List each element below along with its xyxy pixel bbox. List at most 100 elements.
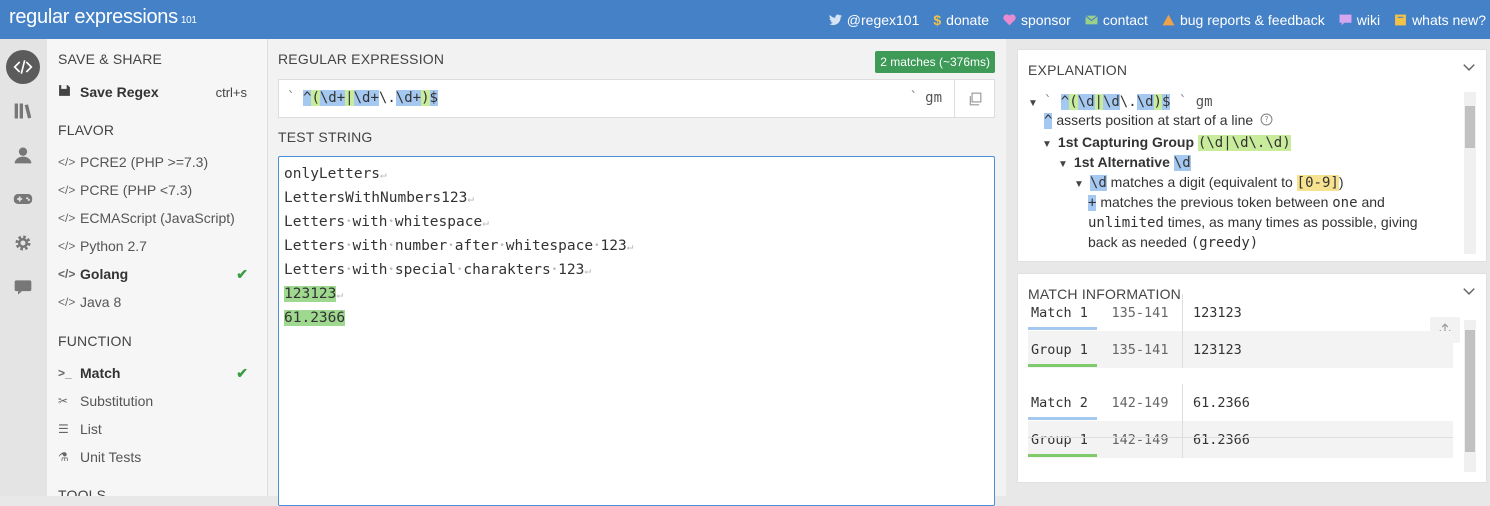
flavor-option[interactable]: </> PCRE (PHP <7.3) <box>58 178 258 202</box>
regex-content[interactable]: ^(\d+|\d+\.\d+)$ <box>303 90 438 106</box>
match-info-row: Group 1 135-141 123123 <box>1028 331 1453 368</box>
wiki-link[interactable]: wiki <box>1339 12 1380 28</box>
top-links: @regex101 $ donate sponsor contact bug r… <box>828 0 1486 39</box>
digit-range: [0-9] <box>1296 175 1339 191</box>
flavor-option[interactable]: </> Golang ✔ <box>58 262 258 286</box>
anchor-explanation: ^ asserts position at start of a line ? <box>1044 112 1273 129</box>
group-label: 1st Capturing Group <box>1057 134 1195 150</box>
settings-nav-button[interactable] <box>6 226 40 260</box>
list-icon: ☰ <box>58 422 69 436</box>
warning-icon <box>1162 14 1175 25</box>
newline-marker: ↵ <box>467 192 474 205</box>
line-text: LettersWithNumbers123 <box>284 190 468 206</box>
match-highlight: 123123 <box>284 286 337 302</box>
sponsor-link-label: sponsor <box>1021 11 1071 28</box>
newline-marker: ↵ <box>482 216 489 229</box>
right-panel: EXPLANATION ▼ ` ^(\d|\d\.\d)$ ` gm ^ asse… <box>1006 39 1490 496</box>
function-label: List <box>80 421 102 437</box>
explanation-regex-line: ▼ ` ^(\d|\d\.\d)$ ` gm <box>1028 94 1213 110</box>
regex-title: REGULAR EXPRESSION <box>278 51 445 67</box>
flavor-option[interactable]: </> PCRE2 (PHP >=7.3) <box>58 150 258 174</box>
function-option[interactable]: ✂ Substitution <box>58 389 258 413</box>
donate-link-label: donate <box>946 11 989 28</box>
group-pattern: (\d|\d\.\d) <box>1197 135 1291 151</box>
explanation-panel: EXPLANATION ▼ ` ^(\d|\d\.\d)$ ` gm ^ asse… <box>1017 49 1487 262</box>
plus-greedy: (greedy) <box>1190 235 1259 251</box>
collapse-triangle-icon[interactable]: ▼ <box>1028 98 1038 109</box>
top-bar: regular expressions 101 @regex101 $ donat… <box>0 0 1490 39</box>
chevron-down-icon[interactable] <box>1462 60 1476 74</box>
chat-nav-button[interactable] <box>6 270 40 304</box>
match-count-badge: 2 matches (~376ms) <box>875 51 995 73</box>
regex-delimiter-close: ` <box>909 90 918 106</box>
collapse-triangle-icon[interactable]: ▼ <box>1042 139 1052 150</box>
logo[interactable]: regular expressions 101 <box>9 6 197 29</box>
match-info-label: Group 1 <box>1028 342 1098 367</box>
match-info-value: 123123 <box>1182 331 1242 368</box>
match-info-row: Match 1 135-141 123123 <box>1028 294 1453 331</box>
alt-pattern: \d <box>1173 155 1191 171</box>
quiz-nav-button[interactable] <box>6 182 40 216</box>
save-regex-button[interactable]: Save Regex ctrl+s <box>58 80 258 104</box>
dollar-icon: $ <box>933 11 942 28</box>
function-option[interactable]: >_ Match ✔ <box>58 361 258 385</box>
test-string-line: 123123↵ <box>284 283 343 305</box>
twitter-link[interactable]: @regex101 <box>828 11 920 28</box>
explanation-scrollbar[interactable] <box>1464 92 1476 254</box>
save-shortcut: ctrl+s <box>215 84 247 100</box>
wiki-link-label: wiki <box>1356 11 1381 28</box>
test-string-line: LettersWithNumbers123↵ <box>284 187 474 209</box>
regex-input[interactable]: ` ^(\d+|\d+\.\d+)$ ` gm <box>278 79 995 118</box>
collapse-triangle-icon[interactable]: ▼ <box>1058 159 1068 170</box>
newline-marker: ↵ <box>336 288 344 301</box>
collapse-triangle-icon[interactable]: ▼ <box>1074 179 1084 190</box>
whats-new-link[interactable]: whats new? <box>1394 12 1486 28</box>
match-info-label: Match 1 <box>1028 305 1098 330</box>
twitter-icon <box>828 14 842 25</box>
plus-one: one <box>1332 195 1358 211</box>
function-option[interactable]: ⚗ Unit Tests <box>58 445 258 469</box>
gear-icon <box>15 235 31 251</box>
match-info-position: 135-141 <box>1111 341 1169 358</box>
editor-nav-button[interactable] <box>6 50 40 84</box>
left-panel: SAVE & SHARE Save Regex ctrl+s FLAVOR </… <box>47 39 268 496</box>
donate-link[interactable]: $ donate <box>933 12 989 28</box>
function-title: FUNCTION <box>58 333 132 349</box>
save-regex-label: Save Regex <box>80 84 159 100</box>
match-info-scrollbar[interactable] <box>1464 320 1476 472</box>
help-icon[interactable]: ? <box>1260 113 1273 126</box>
flavor-option[interactable]: </> Java 8 <box>58 290 258 314</box>
library-nav-button[interactable] <box>6 94 40 128</box>
test-string-input[interactable]: onlyLetters↵ LettersWithNumbers123↵ Letter… <box>278 156 995 506</box>
checkmark-icon: ✔ <box>236 265 248 282</box>
newline-marker: ↵ <box>584 264 591 277</box>
flavor-option[interactable]: </> Python 2.7 <box>58 234 258 258</box>
code-icon: </> <box>58 239 76 253</box>
explanation-flags: gm <box>1195 94 1213 110</box>
regex-flags[interactable]: gm <box>925 90 942 106</box>
flavor-label: ECMAScript (JavaScript) <box>80 210 235 226</box>
match-info-label: Group 1 <box>1028 432 1098 457</box>
plus-text-1: matches the previous token between <box>1100 194 1329 210</box>
code-icon: </> <box>58 295 76 309</box>
sponsor-link[interactable]: sponsor <box>1003 12 1071 28</box>
account-nav-button[interactable] <box>6 138 40 172</box>
match-info-value: 61.2366 <box>1182 384 1250 421</box>
match-info-position: 142-149 <box>1111 431 1169 448</box>
contact-link[interactable]: contact <box>1085 12 1148 28</box>
chevron-down-icon[interactable] <box>1462 284 1476 298</box>
bug-reports-link[interactable]: bug reports & feedback <box>1162 12 1325 28</box>
match-info-label: Match 2 <box>1028 395 1098 420</box>
plus-explanation-2: unlimited times, as many times as possib… <box>1088 214 1418 231</box>
function-option[interactable]: ☰ List <box>58 417 258 441</box>
test-string-line: 61.2366 <box>284 307 346 329</box>
twitter-link-label: @regex101 <box>846 11 920 28</box>
icon-sidebar <box>0 39 47 496</box>
flavor-option[interactable]: </> ECMAScript (JavaScript) <box>58 206 258 230</box>
chat-icon <box>1339 14 1352 25</box>
copy-regex-button[interactable] <box>954 80 994 117</box>
scissors-icon: ✂ <box>58 394 69 408</box>
copy-icon <box>969 92 981 105</box>
flavor-label: Python 2.7 <box>80 238 147 254</box>
heart-icon <box>1003 13 1016 25</box>
